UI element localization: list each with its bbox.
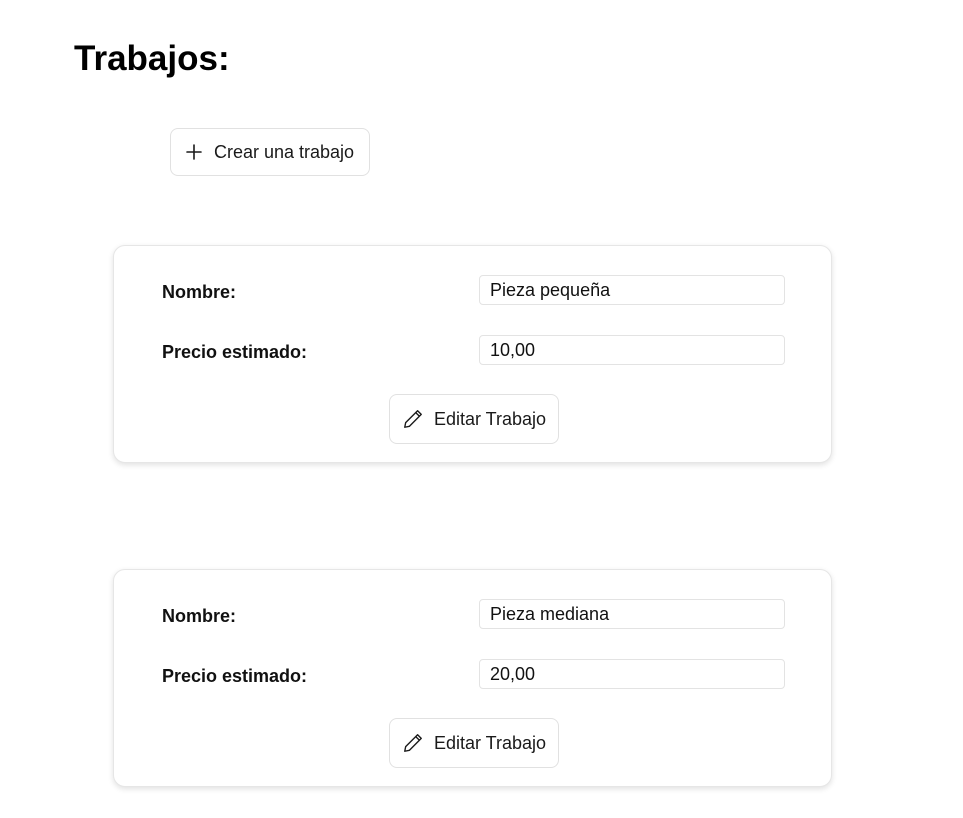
edit-job-button[interactable]: Editar Trabajo (389, 394, 559, 444)
pencil-icon (402, 732, 424, 754)
job-price-field[interactable]: 20,00 (479, 659, 785, 689)
job-card: Nombre: Pieza mediana Precio estimado: 2… (113, 569, 832, 787)
page-title: Trabajos: (74, 39, 230, 78)
plus-icon (186, 144, 202, 160)
job-price-label: Precio estimado: (162, 342, 308, 362)
jobs-page: Trabajos: Crear una trabajo Nombre: Piez… (0, 0, 963, 818)
job-name-label: Nombre: (162, 606, 237, 626)
create-job-button-label: Crear una trabajo (213, 141, 355, 162)
edit-job-button-label: Editar Trabajo (433, 732, 547, 753)
job-price-label: Precio estimado: (162, 666, 308, 686)
job-card: Nombre: Pieza pequeña Precio estimado: 1… (113, 245, 832, 463)
pencil-icon (402, 408, 424, 430)
create-job-button[interactable]: Crear una trabajo (170, 128, 370, 176)
edit-job-button-label: Editar Trabajo (433, 408, 547, 429)
job-name-label: Nombre: (162, 282, 237, 302)
job-name-field[interactable]: Pieza pequeña (479, 275, 785, 305)
edit-job-button[interactable]: Editar Trabajo (389, 718, 559, 768)
job-price-field[interactable]: 10,00 (479, 335, 785, 365)
job-name-field[interactable]: Pieza mediana (479, 599, 785, 629)
